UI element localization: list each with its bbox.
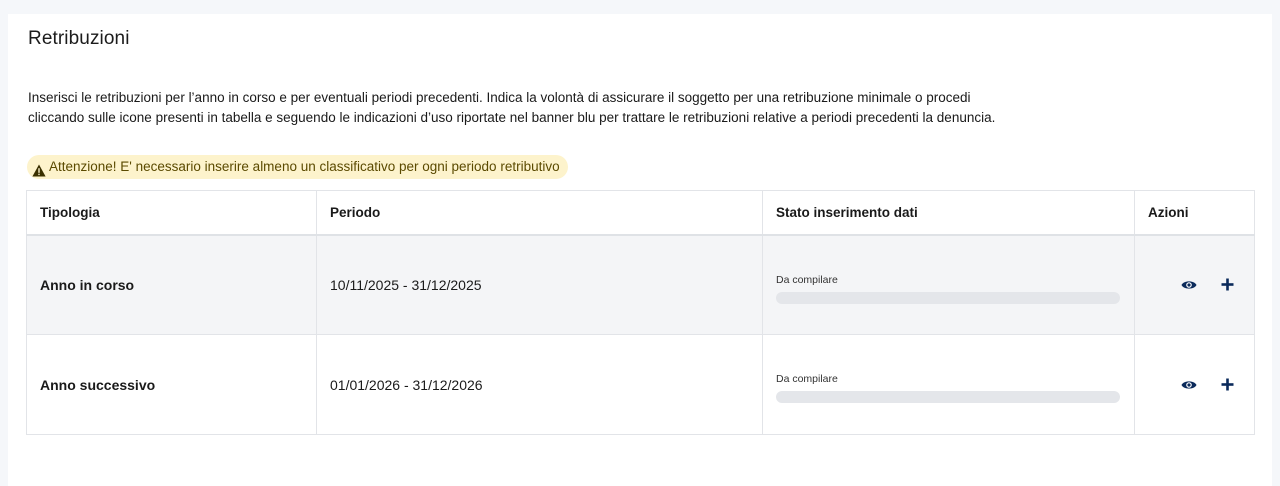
table-row: Anno in corso 10/11/2025 - 31/12/2025 Da… [26, 234, 1255, 335]
header-periodo: Periodo [316, 190, 763, 236]
progress-bar [776, 291, 1120, 304]
row-periodo: 10/11/2025 - 31/12/2025 [316, 234, 763, 335]
row-tipologia: Anno successivo [26, 334, 317, 435]
table-header-row: Tipologia Periodo Stato inserimento dati… [26, 190, 1255, 236]
row-stato: Da compilare [762, 234, 1135, 335]
header-tipologia: Tipologia [26, 190, 317, 236]
header-azioni: Azioni [1134, 190, 1255, 236]
row-azioni [1134, 234, 1255, 335]
eye-icon[interactable] [1180, 276, 1198, 294]
status-label: Da compilare [776, 273, 838, 286]
warning-triangle-icon [32, 161, 46, 176]
section-description: Inserisci le retribuzioni per l’anno in … [28, 88, 1268, 128]
plus-icon[interactable] [1218, 376, 1236, 394]
row-stato: Da compilare [762, 334, 1135, 435]
section-title: Retribuzioni [28, 28, 130, 49]
table-row: Anno successivo 01/01/2026 - 31/12/2026 … [26, 334, 1255, 435]
warning-badge: Attenzione! E' necessario inserire almen… [27, 155, 568, 179]
status-label: Da compilare [776, 373, 838, 385]
eye-icon[interactable] [1180, 376, 1198, 394]
row-tipologia: Anno in corso [26, 234, 317, 335]
description-line-2: cliccando sulle icone presenti in tabell… [28, 110, 996, 125]
header-stato: Stato inserimento dati [762, 190, 1135, 236]
retribuzioni-card: Retribuzioni Inserisci le retribuzioni p… [8, 14, 1272, 486]
row-periodo: 01/01/2026 - 31/12/2026 [316, 334, 763, 435]
description-line-1: Inserisci le retribuzioni per l’anno in … [28, 90, 971, 105]
warning-text: Attenzione! E' necessario inserire almen… [49, 159, 560, 174]
progress-bar [776, 391, 1120, 403]
plus-icon[interactable] [1218, 276, 1236, 294]
row-azioni [1134, 334, 1255, 435]
retribuzioni-table: Tipologia Periodo Stato inserimento dati… [26, 190, 1255, 435]
